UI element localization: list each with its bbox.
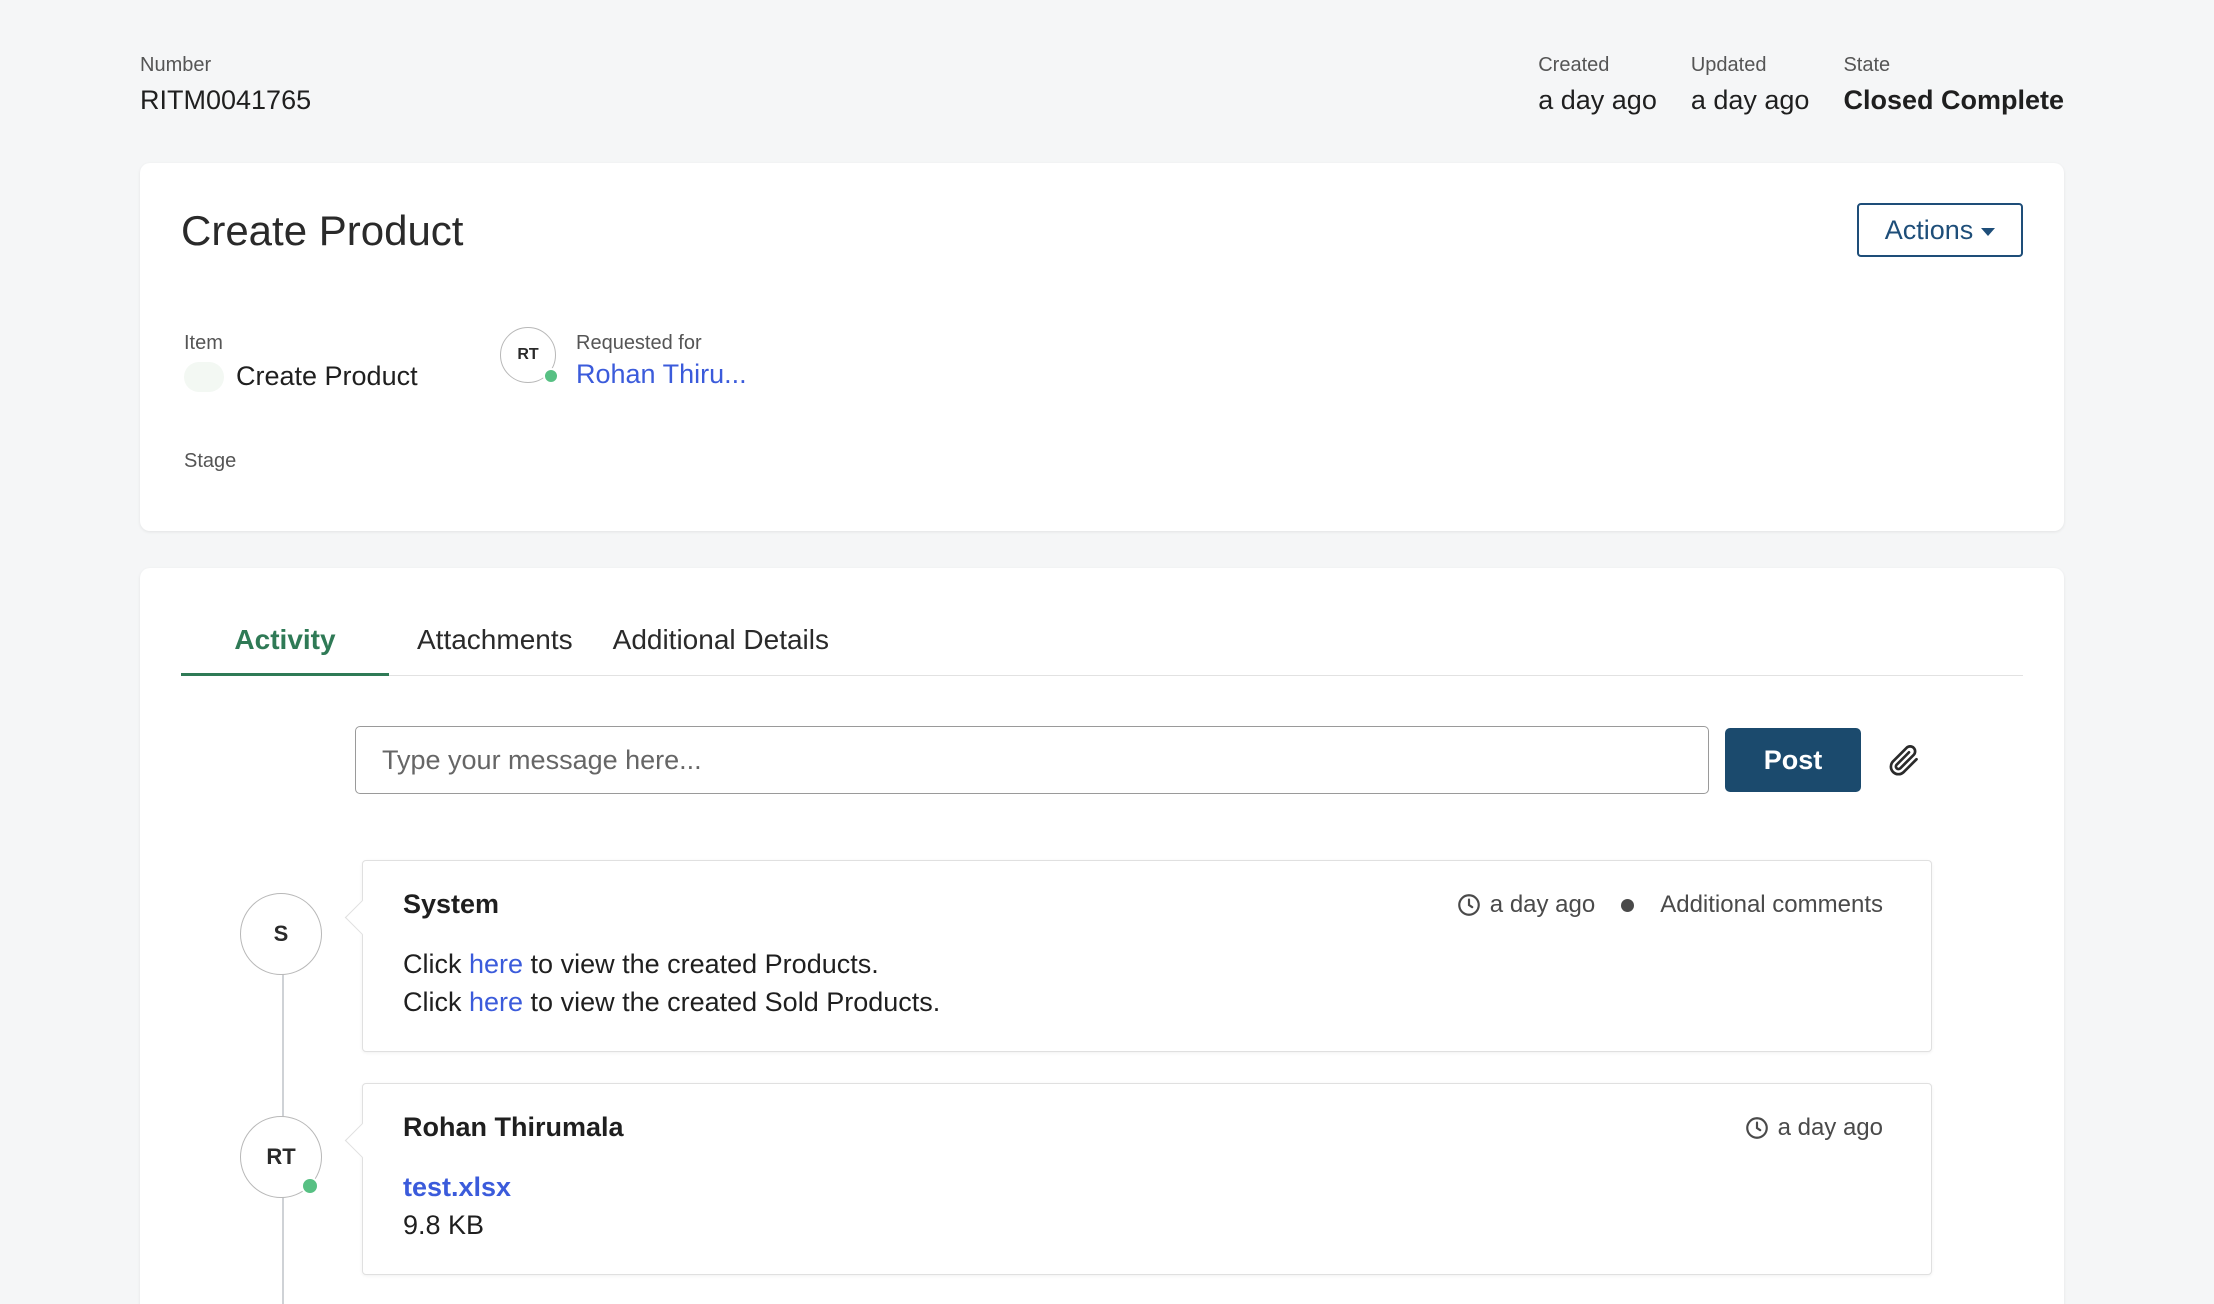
requested-for-link[interactable]: Rohan Thiru... <box>576 359 747 390</box>
actions-button[interactable]: Actions <box>1857 203 2023 257</box>
tab-attachments[interactable]: Attachments <box>389 622 601 676</box>
stage-label: Stage <box>184 450 237 472</box>
entry-line: Click here to view the created Products. <box>403 945 940 983</box>
activity-entry: Rohan Thirumala a day ago test.xlsx 9.8 … <box>362 1083 1932 1275</box>
avatar: RT <box>500 327 559 384</box>
updated-label: Updated <box>1690 54 1767 76</box>
paperclip-icon[interactable] <box>1885 742 1921 778</box>
record-number: Number RITM0041765 <box>140 52 311 122</box>
state-field: State Closed Complete <box>1843 52 2064 122</box>
entry-type: Additional comments <box>1660 891 1883 918</box>
presence-online-icon <box>543 368 559 384</box>
updated-field: Updated a day ago <box>1691 52 1810 122</box>
clock-icon <box>1745 1117 1768 1139</box>
entry-author: Rohan Thirumala <box>403 1112 624 1142</box>
products-link[interactable]: here <box>469 949 523 979</box>
avatar: RT <box>240 1116 322 1198</box>
attachment-size: 9.8 KB <box>403 1210 485 1240</box>
actions-label: Actions <box>1884 214 1974 245</box>
bullet-icon <box>1621 898 1635 912</box>
line-suffix: to view the created Sold Products. <box>523 987 941 1017</box>
caret-down-icon <box>1981 228 1996 236</box>
item-label: Item <box>184 332 223 354</box>
item-field: Item Create Product <box>184 331 418 392</box>
attachment-link[interactable]: test.xlsx <box>403 1172 511 1202</box>
entry-body: test.xlsx 9.8 KB <box>403 1168 511 1244</box>
post-button[interactable]: Post <box>1725 728 1861 792</box>
presence-online-icon <box>301 1177 319 1195</box>
tab-activity[interactable]: Activity <box>181 622 389 676</box>
entry-line: Click here to view the created Sold Prod… <box>403 983 940 1021</box>
requested-for-field: RT Requested for Rohan Thiru... <box>500 327 747 390</box>
record-meta: Created a day ago Updated a day ago Stat… <box>1538 52 2064 122</box>
entry-time: a day ago <box>1777 1114 1883 1141</box>
entry-body: Click here to view the created Products.… <box>403 945 940 1021</box>
number-value: RITM0041765 <box>140 85 312 115</box>
created-label: Created <box>1538 54 1610 76</box>
updated-value: a day ago <box>1690 85 1810 115</box>
requested-for-label: Requested for <box>576 332 702 354</box>
state-label: State <box>1843 54 1891 76</box>
requested-for-text: Requested for Rohan Thiru... <box>576 331 747 390</box>
line-prefix: Click <box>403 949 469 979</box>
avatar-initials: RT <box>266 1144 296 1169</box>
tab-bar: Activity Attachments Additional Details <box>181 622 2023 676</box>
avatar: S <box>240 893 322 975</box>
page-title: Create Product <box>181 207 464 254</box>
avatar-initials: RT <box>517 346 539 363</box>
activity-entry: System a day ago Additional comments Cli… <box>362 860 1932 1052</box>
entry-meta: a day ago <box>1744 1114 1883 1142</box>
created-value: a day ago <box>1538 85 1657 115</box>
line-prefix: Click <box>403 987 469 1017</box>
clock-icon <box>1457 894 1480 916</box>
entry-meta: a day ago Additional comments <box>1456 891 1883 919</box>
item-value-row: Create Product <box>184 361 418 392</box>
state-value: Closed Complete <box>1843 85 2064 115</box>
item-image-icon <box>184 361 224 392</box>
line-suffix: to view the created Products. <box>523 949 879 979</box>
request-header-card: Create Product Actions Item Create Produ… <box>140 163 2064 531</box>
message-composer: Post <box>355 726 1921 794</box>
tab-additional-details[interactable]: Additional Details <box>601 622 857 676</box>
entry-time: a day ago <box>1489 891 1596 918</box>
activity-card: Activity Attachments Additional Details … <box>140 568 2064 1304</box>
avatar-initials: S <box>273 921 289 946</box>
message-input[interactable] <box>355 726 1709 794</box>
entry-author: System <box>403 889 500 919</box>
sold-products-link[interactable]: here <box>469 987 523 1017</box>
number-label: Number <box>140 54 212 76</box>
item-value: Create Product <box>236 361 418 391</box>
created-field: Created a day ago <box>1538 52 1657 122</box>
